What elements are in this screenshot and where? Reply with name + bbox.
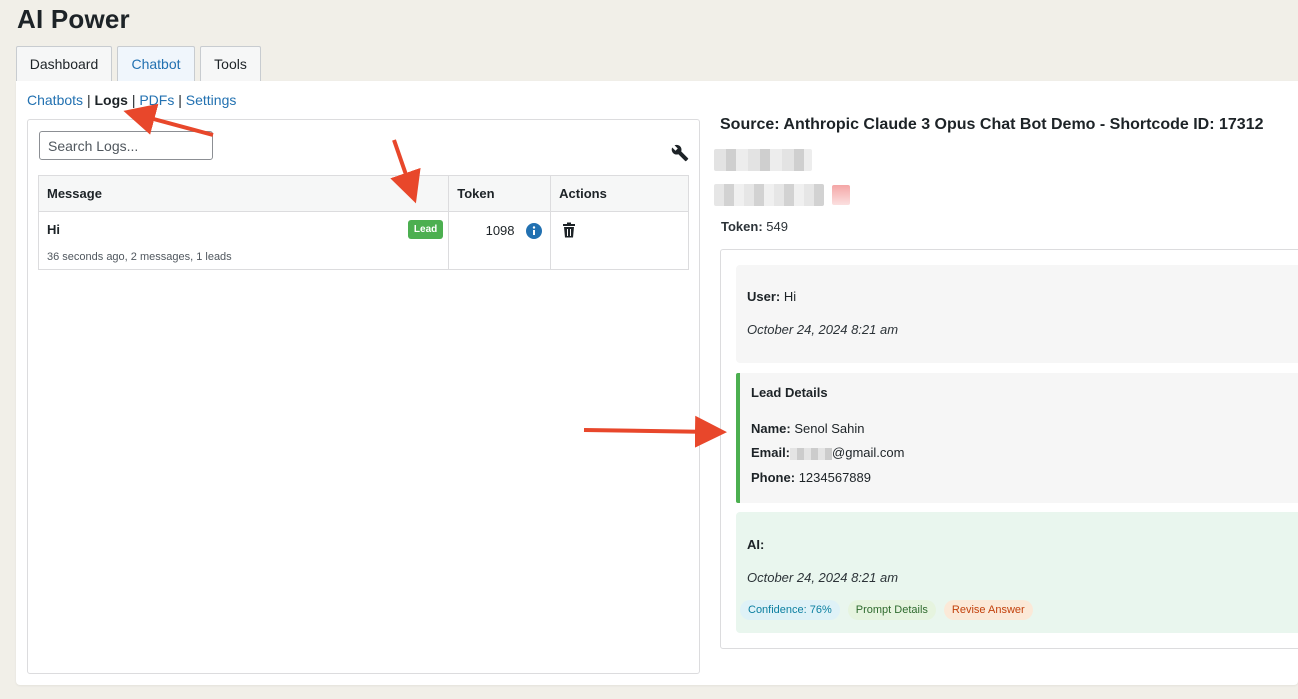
user-text: Hi: [783, 289, 797, 304]
logs-panel: Message Token Actions Lead Hi 36 seconds…: [27, 119, 700, 674]
user-message: User: Hi October 24, 2024 8:21 am: [736, 265, 1298, 363]
lead-phone-label: Phone:: [751, 470, 796, 485]
lead-email: Email: @gmail.com: [751, 445, 904, 460]
subnav-separator: |: [86, 92, 91, 108]
revise-answer-button[interactable]: Revise Answer: [943, 600, 1033, 620]
subnav-separator: |: [131, 92, 136, 108]
lead-phone: Phone: 1234567889: [751, 470, 871, 485]
lead-email-label: Email:: [751, 445, 791, 460]
message-title: Hi: [47, 222, 60, 237]
ai-message: AI: October 24, 2024 8:21 am Confidence:…: [736, 512, 1298, 633]
ai-actions: Confidence: 76% Prompt Details Revise An…: [740, 600, 1033, 620]
info-icon[interactable]: [526, 222, 543, 239]
user-label: User:: [747, 289, 781, 304]
subnav-logs[interactable]: Logs: [94, 92, 127, 108]
main-tabs: Dashboard Chatbot Tools: [16, 46, 261, 82]
redacted-block: [714, 149, 812, 171]
table-row[interactable]: Lead Hi 36 seconds ago, 2 messages, 1 le…: [37, 211, 689, 270]
lead-badge: Lead: [407, 220, 444, 239]
subnav-separator: |: [178, 92, 182, 108]
subnav-chatbots[interactable]: Chatbots: [27, 92, 83, 108]
lead-email-value: @gmail.com: [832, 445, 905, 460]
tab-dashboard[interactable]: Dashboard: [16, 46, 112, 82]
confidence-chip[interactable]: Confidence: 76%: [740, 600, 840, 620]
main-panel: Chatbots | Logs | PDFs | Settings Messag…: [16, 81, 1298, 685]
token-label: Token:: [721, 219, 763, 234]
lead-name: Name: Senol Sahin: [751, 421, 865, 436]
actions-cell: [550, 211, 689, 270]
search-input[interactable]: [39, 131, 213, 160]
message-cell[interactable]: Lead Hi 36 seconds ago, 2 messages, 1 le…: [37, 211, 450, 270]
log-detail: Source: Anthropic Claude 3 Opus Chat Bot…: [714, 81, 1298, 685]
subnav-pdfs[interactable]: PDFs: [139, 92, 174, 108]
token-total: Token: 549: [721, 219, 788, 234]
lead-heading: Lead Details: [751, 385, 828, 400]
user-line: User: Hi: [747, 289, 796, 304]
tab-chatbot[interactable]: Chatbot: [117, 46, 195, 82]
lead-name-label: Name:: [751, 421, 791, 436]
column-header-token[interactable]: Token: [448, 175, 552, 212]
redacted-block: [832, 185, 850, 205]
user-timestamp: October 24, 2024 8:21 am: [747, 322, 899, 337]
tab-tools[interactable]: Tools: [200, 46, 261, 82]
column-header-actions: Actions: [550, 175, 689, 212]
column-header-message[interactable]: Message: [37, 175, 450, 212]
prompt-details-button[interactable]: Prompt Details: [847, 600, 936, 620]
lead-details: Lead Details Name: Senol Sahin Email: @gm…: [736, 373, 1298, 503]
ai-timestamp: October 24, 2024 8:21 am: [747, 570, 899, 585]
token-cell: 1098: [448, 211, 552, 270]
token-value: 549: [766, 219, 788, 234]
subnav: Chatbots | Logs | PDFs | Settings: [27, 92, 236, 108]
logs-table: Message Token Actions Lead Hi 36 seconds…: [37, 175, 689, 270]
message-meta: 36 seconds ago, 2 messages, 1 leads: [47, 251, 232, 263]
ai-label: AI:: [747, 537, 765, 552]
source-title: Source: Anthropic Claude 3 Opus Chat Bot…: [720, 116, 1264, 133]
redacted-block: [790, 447, 833, 460]
redacted-block: [714, 184, 824, 206]
conversation-box: User: Hi October 24, 2024 8:21 am Lead D…: [720, 249, 1298, 649]
app-title: AI Power: [17, 4, 130, 34]
lead-phone-value: 1234567889: [798, 470, 871, 485]
wrench-icon[interactable]: [671, 144, 689, 162]
lead-name-value: Senol Sahin: [794, 421, 865, 436]
subnav-settings[interactable]: Settings: [186, 92, 237, 108]
trash-icon[interactable]: [561, 222, 577, 238]
token-count: 1098: [485, 223, 515, 239]
